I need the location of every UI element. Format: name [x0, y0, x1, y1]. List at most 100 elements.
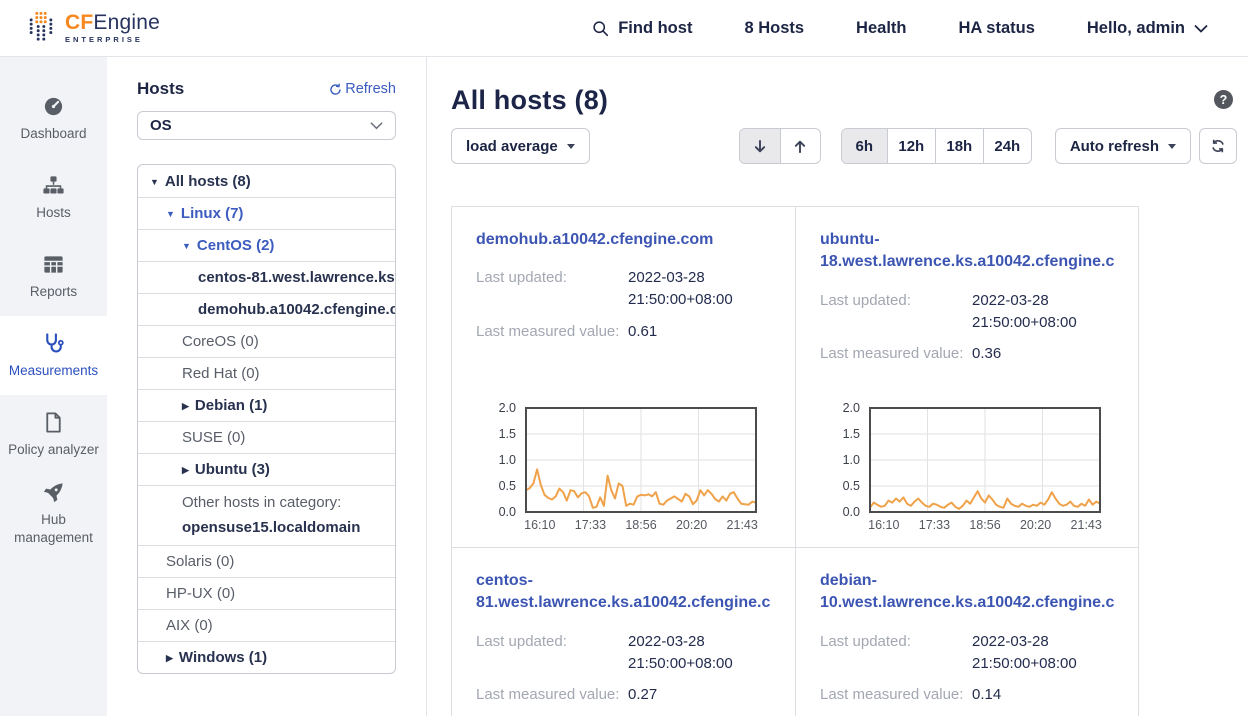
host-link[interactable]: debian-10.west.lawrence.ks.a10042.cfengi… — [820, 570, 1114, 615]
last-measured-row: Last measured value: 0.14 — [820, 684, 1114, 706]
svg-text:0.0: 0.0 — [843, 505, 860, 519]
last-measured-row: Last measured value: 0.36 — [820, 343, 1114, 365]
sort-descending-button[interactable] — [740, 129, 780, 163]
sort-direction-group — [739, 128, 821, 164]
svg-text:18:56: 18:56 — [625, 518, 656, 532]
arrow-down-icon — [752, 138, 768, 155]
tree-item-line: ▼All hosts (8) — [150, 173, 251, 190]
last-updated-row: Last updated: 2022-03-28 21:50:00+08:00 — [476, 267, 771, 311]
host-card-debian-10-west-lawrence-ks-a10042-cfengine-com: debian-10.west.lawrence.ks.a10042.cfengi… — [795, 547, 1138, 716]
svg-text:21:43: 21:43 — [1071, 518, 1102, 532]
refresh-label: Refresh — [345, 81, 396, 97]
caret-down-icon — [567, 144, 575, 149]
refresh-icon — [329, 83, 342, 96]
host-card-demohub-a10042-cfengine-com: demohub.a10042.cfengine.com Last updated… — [452, 207, 795, 547]
nav-ha-status[interactable]: HA status — [958, 19, 1034, 38]
help-button[interactable]: ? — [1214, 90, 1233, 109]
last-measured-label: Last measured value: — [476, 684, 628, 706]
tree-item-all-hosts-8[interactable]: ▼All hosts (8) — [138, 165, 395, 197]
tree-item-aix-0[interactable]: AIX (0) — [138, 609, 395, 641]
tree-item-label: All hosts (8) — [165, 173, 251, 190]
tree-item-suse-0[interactable]: SUSE (0) — [138, 421, 395, 453]
cfengine-logo[interactable]: CFEngine ENTERPRISE — [26, 10, 160, 47]
os-filter-select[interactable]: OS — [137, 111, 396, 140]
tree-item-line: AIX (0) — [166, 617, 213, 634]
cfengine-logo-icon — [26, 10, 56, 47]
hosts-panel: Hosts Refresh OS ▼All hosts (8) ▼Linux (7… — [107, 57, 427, 716]
tree-item-label: AIX (0) — [166, 617, 213, 634]
header-nav: Find host 8 Hosts Health HA status Hello… — [592, 19, 1208, 38]
tree-item-ubuntu-3[interactable]: ▶Ubuntu (3) — [138, 453, 395, 485]
tree-item-centos-81-west-lawrence-ks-a10042-cfengine-com[interactable]: centos-81.west.lawrence.ks.a10042.cfengi… — [138, 261, 395, 293]
tree-item-other-hosts-in-category[interactable]: Other hosts in category:opensuse15.local… — [138, 485, 395, 545]
sidebar-item-reports[interactable]: Reports — [0, 237, 107, 316]
tree-item-label: demohub.a10042.cfengine.com — [198, 301, 395, 318]
tree-item-line: SUSE (0) — [182, 429, 245, 446]
tree-item-debian-1[interactable]: ▶Debian (1) — [138, 389, 395, 421]
logo-dots-icon — [26, 10, 56, 42]
tree-item-solaris-0[interactable]: Solaris (0) — [138, 545, 395, 577]
svg-text:1.5: 1.5 — [499, 427, 516, 441]
tree-item-hp-ux-0[interactable]: HP-UX (0) — [138, 577, 395, 609]
sidebar-item-policy-analyzer[interactable]: Policy analyzer — [0, 395, 107, 474]
time-range-18h[interactable]: 18h — [935, 129, 983, 163]
svg-text:1.0: 1.0 — [843, 453, 860, 467]
nav-hosts-count[interactable]: 8 Hosts — [744, 19, 804, 38]
svg-text:2.0: 2.0 — [499, 402, 516, 415]
svg-text:0.0: 0.0 — [499, 505, 516, 519]
sidebar-item-dashboard[interactable]: Dashboard — [0, 79, 107, 158]
sort-ascending-button[interactable] — [780, 129, 820, 163]
last-updated-value: 2022-03-28 21:50:00+08:00 — [972, 631, 1114, 675]
last-measured-row: Last measured value: 0.27 — [476, 684, 771, 706]
svg-text:16:10: 16:10 — [868, 518, 899, 532]
time-range-6h[interactable]: 6h — [842, 129, 887, 163]
measurements-icon — [42, 332, 65, 355]
sidebar-item-measurements[interactable]: Measurements — [0, 316, 107, 395]
tree-item-red-hat-0[interactable]: Red Hat (0) — [138, 357, 395, 389]
host-link[interactable]: ubuntu-18.west.lawrence.ks.a10042.cfengi… — [820, 229, 1114, 274]
svg-text:16:10: 16:10 — [524, 518, 555, 532]
tree-item-linux-7[interactable]: ▼Linux (7) — [138, 197, 395, 229]
tree-item-label: Other hosts in category: — [182, 494, 341, 511]
triangle-right-icon: ▶ — [182, 465, 189, 475]
last-measured-label: Last measured value: — [820, 684, 972, 706]
tree-item-windows-1[interactable]: ▶Windows (1) — [138, 641, 395, 673]
dashboard-icon — [42, 95, 65, 118]
user-menu[interactable]: Hello, admin — [1087, 19, 1208, 38]
find-host-button[interactable]: Find host — [592, 19, 692, 38]
last-updated-value: 2022-03-28 21:50:00+08:00 — [972, 290, 1114, 334]
refresh-charts-button[interactable] — [1199, 128, 1237, 164]
logo-cf: CF — [65, 11, 93, 34]
last-measured-value: 0.27 — [628, 684, 771, 706]
time-range-24h[interactable]: 24h — [983, 129, 1031, 163]
arrow-up-icon — [792, 138, 808, 155]
cfengine-app: CFEngine ENTERPRISE Find host 8 Hosts He… — [0, 0, 1248, 716]
chevron-down-icon — [1194, 24, 1208, 33]
svg-text:17:33: 17:33 — [919, 518, 950, 532]
triangle-right-icon: ▶ — [166, 653, 173, 663]
auto-refresh-dropdown[interactable]: Auto refresh — [1055, 128, 1191, 164]
hosts-panel-title: Hosts — [137, 79, 184, 99]
tree-item-label: CoreOS (0) — [182, 333, 259, 350]
svg-text:1.5: 1.5 — [843, 427, 860, 441]
metric-dropdown[interactable]: load average — [451, 128, 590, 164]
load-average-chart: 2.01.51.00.50.016:1017:3318:5620:2021:43 — [476, 402, 771, 533]
host-link[interactable]: demohub.a10042.cfengine.com — [476, 229, 771, 251]
host-link[interactable]: centos-81.west.lawrence.ks.a10042.cfengi… — [476, 570, 771, 615]
find-host-label: Find host — [618, 19, 692, 38]
last-measured-label: Last measured value: — [820, 343, 972, 365]
refresh-hosts-button[interactable]: Refresh — [329, 81, 396, 97]
tree-item-coreos-0[interactable]: CoreOS (0) — [138, 325, 395, 357]
host-card-centos-81-west-lawrence-ks-a10042-cfengine-com: centos-81.west.lawrence.ks.a10042.cfengi… — [452, 547, 795, 716]
svg-text:0.5: 0.5 — [843, 479, 860, 493]
time-range-12h[interactable]: 12h — [887, 129, 935, 163]
tree-item-line: Other hosts in category: — [182, 494, 341, 511]
tree-item-centos-2[interactable]: ▼CentOS (2) — [138, 229, 395, 261]
tree-item-demohub-a10042-cfengine-com[interactable]: demohub.a10042.cfengine.com — [138, 293, 395, 325]
tree-item-line: CoreOS (0) — [182, 333, 259, 350]
last-updated-label: Last updated: — [820, 290, 972, 334]
sidebar-item-hub-management[interactable]: Hub management — [0, 474, 107, 553]
nav-health[interactable]: Health — [856, 19, 906, 38]
svg-text:20:20: 20:20 — [1020, 518, 1051, 532]
sidebar-item-hosts[interactable]: Hosts — [0, 158, 107, 237]
